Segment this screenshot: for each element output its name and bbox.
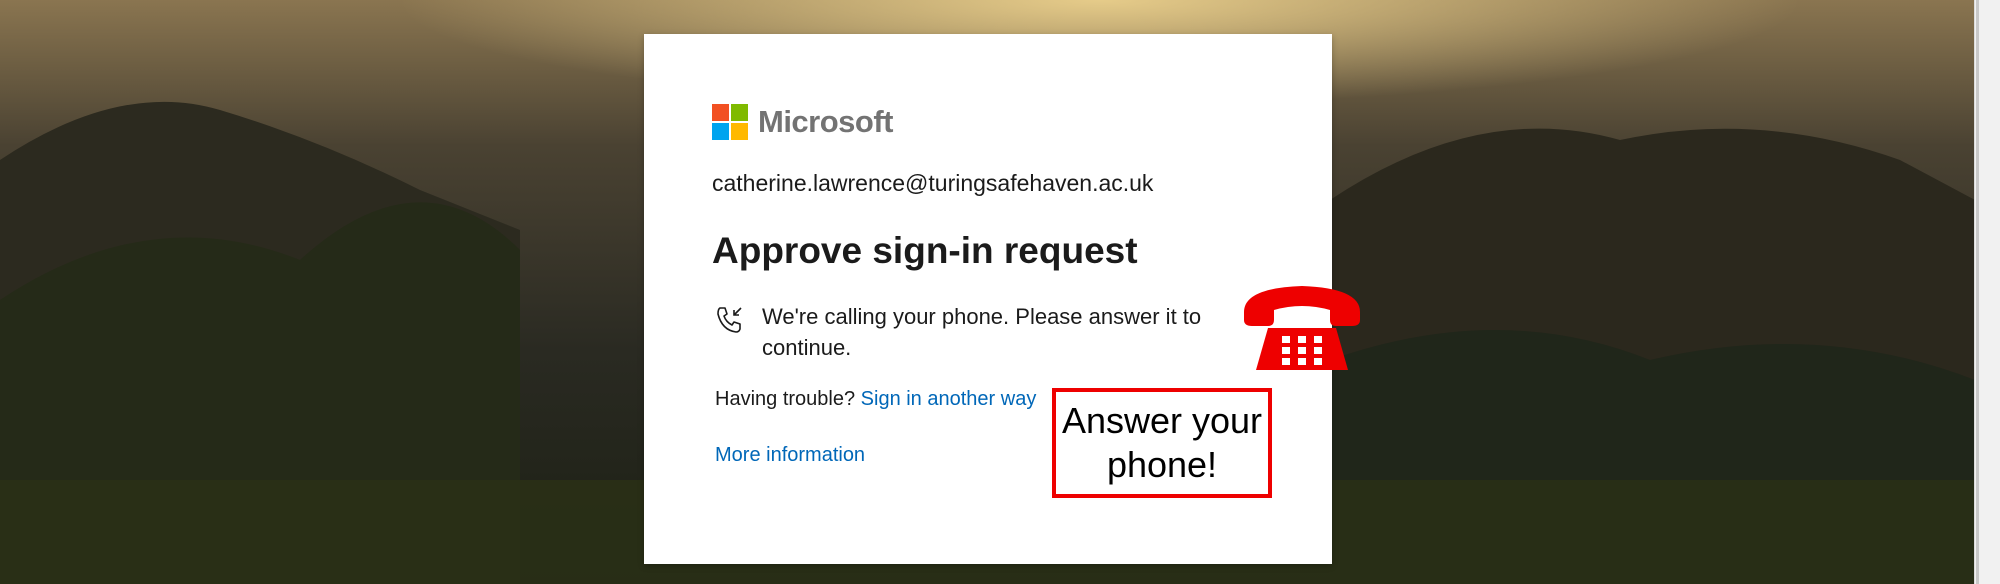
answer-phone-callout: Answer your phone! — [1052, 388, 1272, 498]
scrollbar-thumb[interactable] — [1976, 0, 1979, 584]
calling-message: We're calling your phone. Please answer … — [762, 304, 1202, 360]
microsoft-logo-icon — [712, 104, 748, 140]
phone-call-icon — [717, 307, 742, 333]
telephone-icon — [1244, 286, 1360, 370]
trouble-row: Having trouble? Sign in another way — [715, 388, 1036, 411]
page-title: Approve sign-in request — [712, 230, 1138, 271]
sign-in-another-way-link[interactable]: Sign in another way — [861, 388, 1037, 410]
more-information-link[interactable]: More information — [715, 444, 865, 467]
trouble-label: Having trouble? — [715, 388, 856, 410]
account-email: catherine.lawrence@turingsafehaven.ac.uk — [712, 170, 1154, 196]
brand-name: Microsoft — [758, 104, 894, 139]
microsoft-logo: Microsoft — [712, 104, 894, 140]
